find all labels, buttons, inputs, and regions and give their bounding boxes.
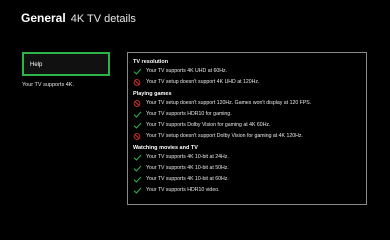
- check-icon: [133, 187, 142, 194]
- section-title: TV resolution: [133, 59, 169, 65]
- detail-row: Your TV supports 4K 10-bit at 50Hz.: [133, 163, 362, 174]
- check-icon: [133, 154, 142, 161]
- detail-row: Your TV supports HDR10 video.: [133, 185, 362, 196]
- page-title: General: [21, 11, 66, 25]
- detail-text: Your TV supports HDR10 video.: [146, 187, 220, 193]
- detail-row: Your TV supports 4K 10-bit at 24Hz.: [133, 152, 362, 163]
- detail-row: Your TV supports 4K 10-bit at 60Hz.: [133, 174, 362, 185]
- check-icon: [133, 122, 142, 129]
- section-title: Playing games: [133, 91, 172, 97]
- detail-text: Your TV supports Dolby Vision for gaming…: [146, 122, 271, 128]
- check-icon: [133, 111, 142, 118]
- detail-text: Your TV setup doesn't support Dolby Visi…: [146, 133, 303, 139]
- details-section: Playing games Your TV setup doesn't suppo…: [133, 91, 362, 142]
- detail-row: Your TV setup doesn't support 120Hz. Gam…: [133, 98, 362, 109]
- page-header: General 4K TV details: [21, 11, 136, 25]
- check-icon: [133, 68, 142, 75]
- detail-row: Your TV supports Dolby Vision for gaming…: [133, 120, 362, 131]
- detail-text: Your TV supports HDR10 for gaming.: [146, 111, 232, 117]
- details-section: Watching movies and TV Your TV supports 4…: [133, 145, 362, 196]
- details-section: TV resolution Your TV supports 4K UHD at …: [133, 59, 362, 88]
- detail-text: Your TV supports 4K 10-bit at 60Hz.: [146, 176, 229, 182]
- detail-text: Your TV supports 4K UHD at 60Hz.: [146, 68, 228, 74]
- detail-text: Your TV setup doesn't support 120Hz. Gam…: [146, 100, 312, 106]
- detail-row: Your TV setup doesn't support 4K UHD at …: [133, 77, 362, 88]
- tv-supports-4k-text: Your TV supports 4K.: [22, 82, 74, 88]
- help-button-label: Help: [30, 62, 43, 68]
- check-icon: [133, 176, 142, 183]
- details-panel[interactable]: TV resolution Your TV supports 4K UHD at …: [127, 52, 367, 205]
- detail-row: Your TV supports 4K UHD at 60Hz.: [133, 66, 362, 77]
- blocked-icon: [133, 79, 142, 86]
- check-icon: [133, 165, 142, 172]
- detail-row: Your TV setup doesn't support Dolby Visi…: [133, 131, 362, 142]
- page-subtitle: 4K TV details: [70, 13, 136, 25]
- help-button[interactable]: Help: [22, 52, 110, 76]
- detail-text: Your TV supports 4K 10-bit at 24Hz.: [146, 154, 229, 160]
- detail-text: Your TV supports 4K 10-bit at 50Hz.: [146, 165, 229, 171]
- blocked-icon: [133, 100, 142, 107]
- detail-row: Your TV supports HDR10 for gaming.: [133, 109, 362, 120]
- blocked-icon: [133, 133, 142, 140]
- section-title: Watching movies and TV: [133, 145, 198, 151]
- detail-text: Your TV setup doesn't support 4K UHD at …: [146, 79, 260, 85]
